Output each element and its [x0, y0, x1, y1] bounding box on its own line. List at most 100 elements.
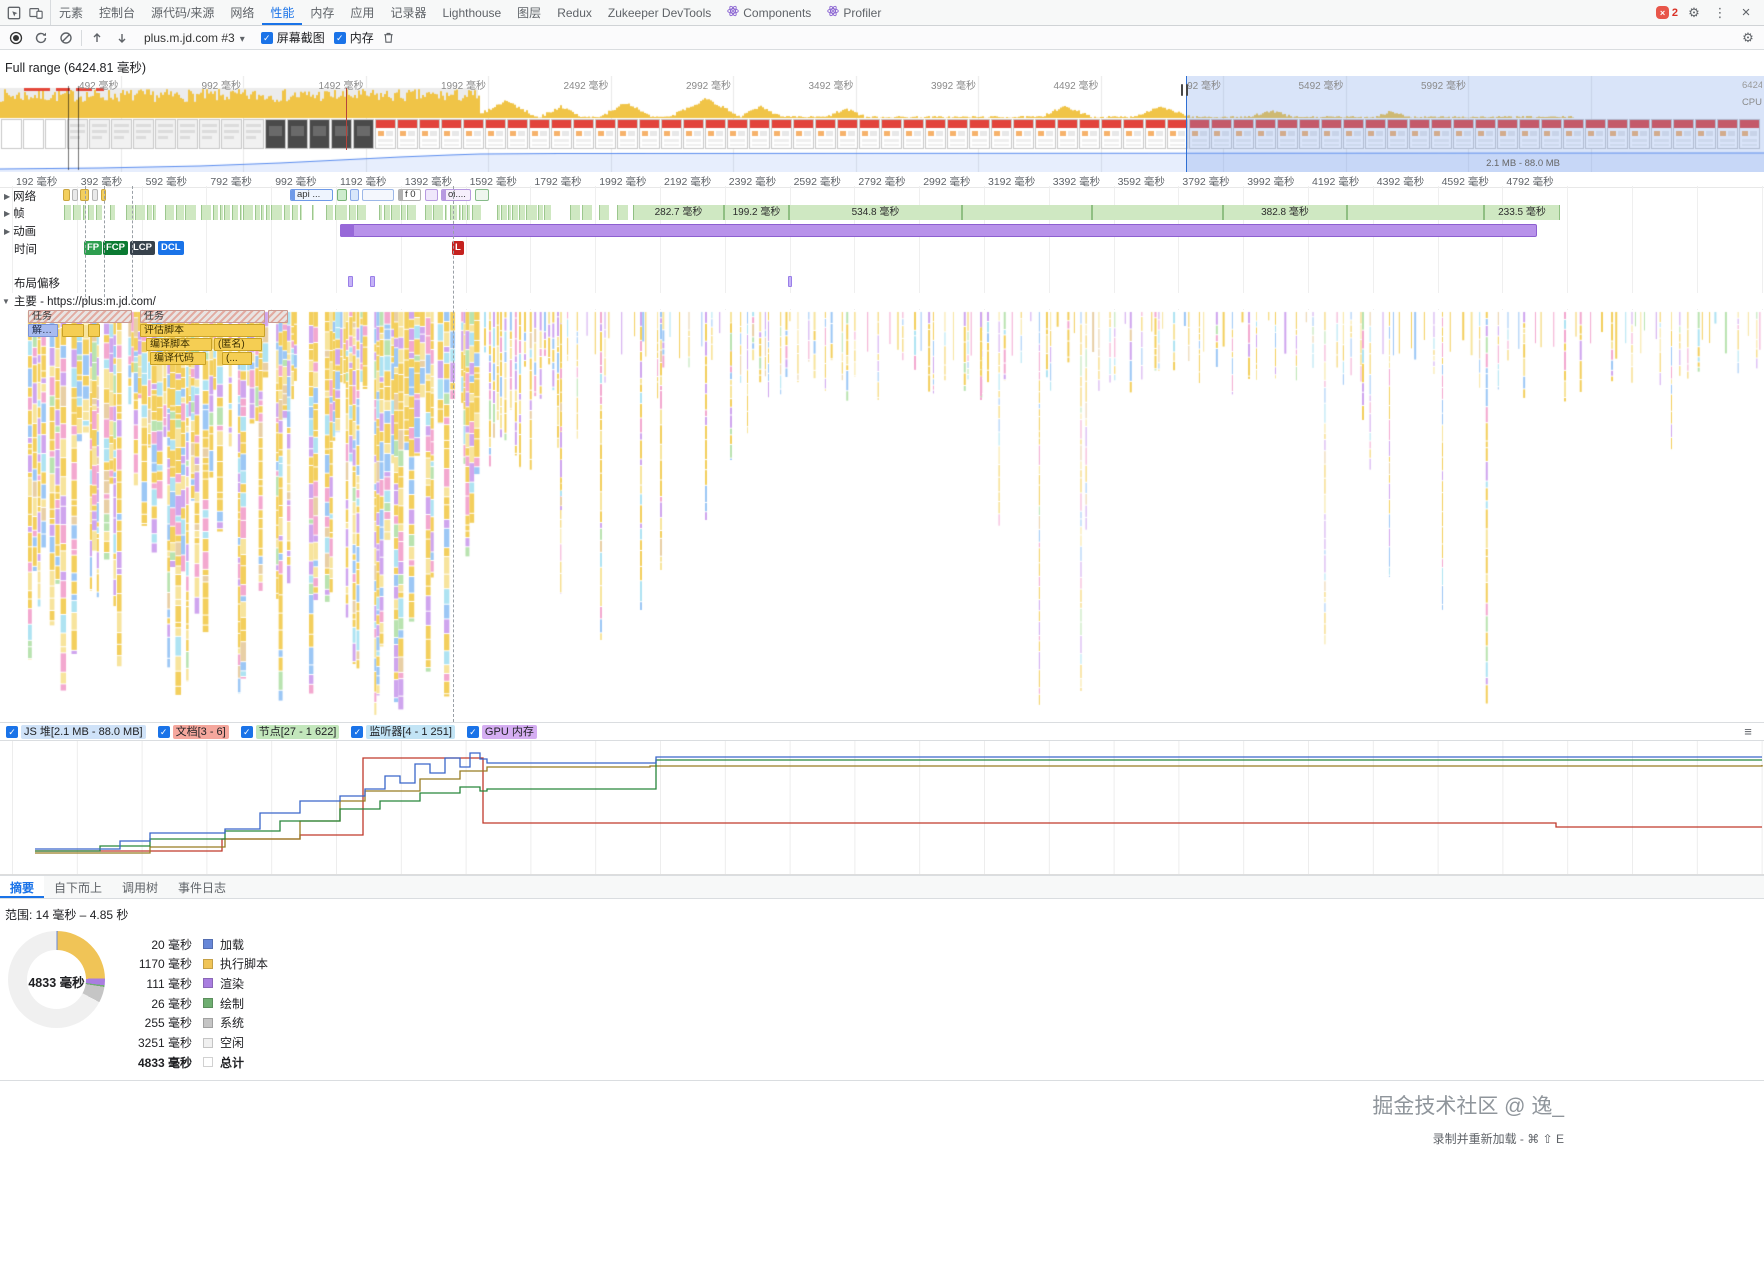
frame-block[interactable]: 534.8 毫秒 [789, 205, 962, 220]
frame-segment[interactable] [433, 205, 444, 220]
frame-segment[interactable] [599, 205, 609, 220]
frame-segment[interactable] [64, 205, 72, 220]
frame-segment[interactable] [525, 205, 538, 220]
checkbox-checked-icon[interactable] [157, 725, 170, 738]
memory-counter-3[interactable]: 监听器[4 - 1 251] [351, 724, 455, 739]
frame-segment[interactable] [164, 205, 175, 220]
frame-segment[interactable] [110, 205, 115, 220]
panel-settings-gear-icon[interactable] [1738, 28, 1758, 48]
tab-Components[interactable]: Components [719, 0, 819, 25]
drawer-tab-调用树[interactable]: 调用树 [112, 876, 168, 898]
tab-记录器[interactable]: 记录器 [382, 0, 434, 25]
frame-segment[interactable] [519, 205, 525, 220]
frame-segment[interactable] [73, 205, 81, 220]
tab-内存[interactable]: 内存 [302, 0, 342, 25]
frame-segment[interactable] [462, 205, 466, 220]
profile-select[interactable]: plus.m.jd.com #3 [137, 30, 252, 46]
frame-segment[interactable] [223, 205, 231, 220]
flame-event[interactable]: (匿名) [214, 338, 262, 351]
timing-marker-LCP[interactable]: LCP [130, 241, 155, 255]
frame-segment[interactable] [153, 205, 156, 220]
tab-源代码/来源[interactable]: 源代码/来源 [143, 0, 222, 25]
checkbox-checked-icon[interactable] [466, 725, 479, 738]
tab-控制台[interactable]: 控制台 [91, 0, 143, 25]
clear-button[interactable] [56, 28, 76, 48]
timeline-overview[interactable]: 492 毫秒 992 毫秒 1492 毫秒 1992 毫秒 2492 毫秒 2992 毫秒… [0, 76, 1764, 172]
load-profile-icon[interactable] [87, 28, 107, 48]
flame-event[interactable] [62, 324, 84, 337]
frame-segment[interactable] [582, 205, 593, 220]
frame-segment[interactable] [471, 205, 481, 220]
frame-block[interactable]: 382.8 毫秒 [1223, 205, 1347, 220]
flame-event[interactable]: 编译代码 [150, 352, 206, 365]
network-request[interactable] [63, 189, 70, 201]
frames-track-content[interactable]: 282.7 毫秒 199.2 毫秒 534.8 毫秒 382.8 毫秒 233.5 毫秒 [0, 205, 1764, 221]
frame-segment[interactable] [617, 205, 628, 220]
layout-shifts-track-content[interactable] [0, 276, 1764, 288]
frame-segment[interactable] [401, 205, 407, 220]
animation-bar[interactable] [340, 224, 1537, 237]
checkbox-checked-icon[interactable] [351, 725, 364, 738]
frame-segment[interactable] [300, 205, 303, 220]
frame-segment[interactable] [311, 205, 315, 220]
frame-segment[interactable] [270, 205, 282, 220]
frame-segment[interactable] [538, 205, 543, 220]
memory-counter-4[interactable]: GPU 内存 [466, 724, 537, 739]
settings-gear-icon[interactable] [1684, 3, 1704, 23]
network-request[interactable] [72, 189, 78, 201]
frame-segment[interactable] [261, 205, 265, 220]
network-request[interactable] [475, 189, 489, 201]
network-request[interactable] [350, 189, 359, 201]
memory-counters-chart[interactable] [0, 741, 1764, 875]
frame-segment[interactable] [445, 205, 448, 220]
garbage-collect-icon[interactable] [379, 28, 399, 48]
frame-segment[interactable] [254, 205, 261, 220]
frame-segment[interactable] [424, 205, 433, 220]
flame-event[interactable] [268, 310, 288, 323]
tab-图层[interactable]: 图层 [509, 0, 549, 25]
frame-segment[interactable] [508, 205, 511, 220]
main-thread-header[interactable]: 主要 - https://plus.m.jd.com/ [0, 293, 1764, 309]
frame-segment[interactable] [379, 205, 383, 220]
counters-menu-icon[interactable] [1738, 722, 1758, 742]
more-options-icon[interactable] [1710, 3, 1730, 23]
frame-segment[interactable] [96, 205, 103, 220]
flame-event[interactable] [88, 324, 100, 337]
frame-segment[interactable] [232, 205, 239, 220]
network-request[interactable]: f 0 [398, 189, 421, 201]
tab-Lighthouse[interactable]: Lighthouse [434, 0, 509, 25]
error-count-badge[interactable]: 2 [1655, 6, 1678, 19]
frame-segment[interactable] [283, 205, 290, 220]
layout-shift-event[interactable] [348, 276, 353, 287]
tab-元素[interactable]: 元素 [51, 0, 91, 25]
close-devtools-icon[interactable] [1736, 3, 1756, 23]
layout-shift-event[interactable] [788, 276, 792, 287]
drawer-tab-自下而上[interactable]: 自下而上 [44, 876, 112, 898]
memory-checkbox[interactable]: 内存 [333, 29, 374, 46]
flame-event[interactable]: 任务 [28, 310, 132, 323]
timing-marker-DCL[interactable]: DCL [158, 241, 184, 255]
frame-block[interactable]: 199.2 毫秒 [724, 205, 789, 220]
frame-block[interactable] [1347, 205, 1484, 220]
frame-block[interactable]: 282.7 毫秒 [633, 205, 724, 220]
frame-segment[interactable] [200, 205, 212, 220]
memory-counter-1[interactable]: 文档[3 - 6] [157, 724, 229, 739]
main-flame-chart[interactable] [0, 310, 1764, 722]
frame-segment[interactable] [335, 205, 347, 220]
frame-segment[interactable] [147, 205, 153, 220]
frame-segment[interactable] [384, 205, 390, 220]
frame-segment[interactable] [176, 205, 185, 220]
network-request[interactable]: oi.... [441, 189, 471, 201]
frame-segment[interactable] [569, 205, 581, 220]
frame-segment[interactable] [459, 205, 462, 220]
frame-segment[interactable] [243, 205, 253, 220]
tab-应用[interactable]: 应用 [342, 0, 382, 25]
frame-segment[interactable] [512, 205, 519, 220]
network-request[interactable]: api ... [290, 189, 333, 201]
frame-segment[interactable] [496, 205, 501, 220]
checkbox-checked-icon[interactable] [240, 725, 253, 738]
frame-segment[interactable] [87, 205, 95, 220]
drawer-tab-事件日志[interactable]: 事件日志 [168, 876, 236, 898]
network-request[interactable] [362, 189, 394, 201]
tab-Profiler[interactable]: Profiler [819, 0, 889, 25]
